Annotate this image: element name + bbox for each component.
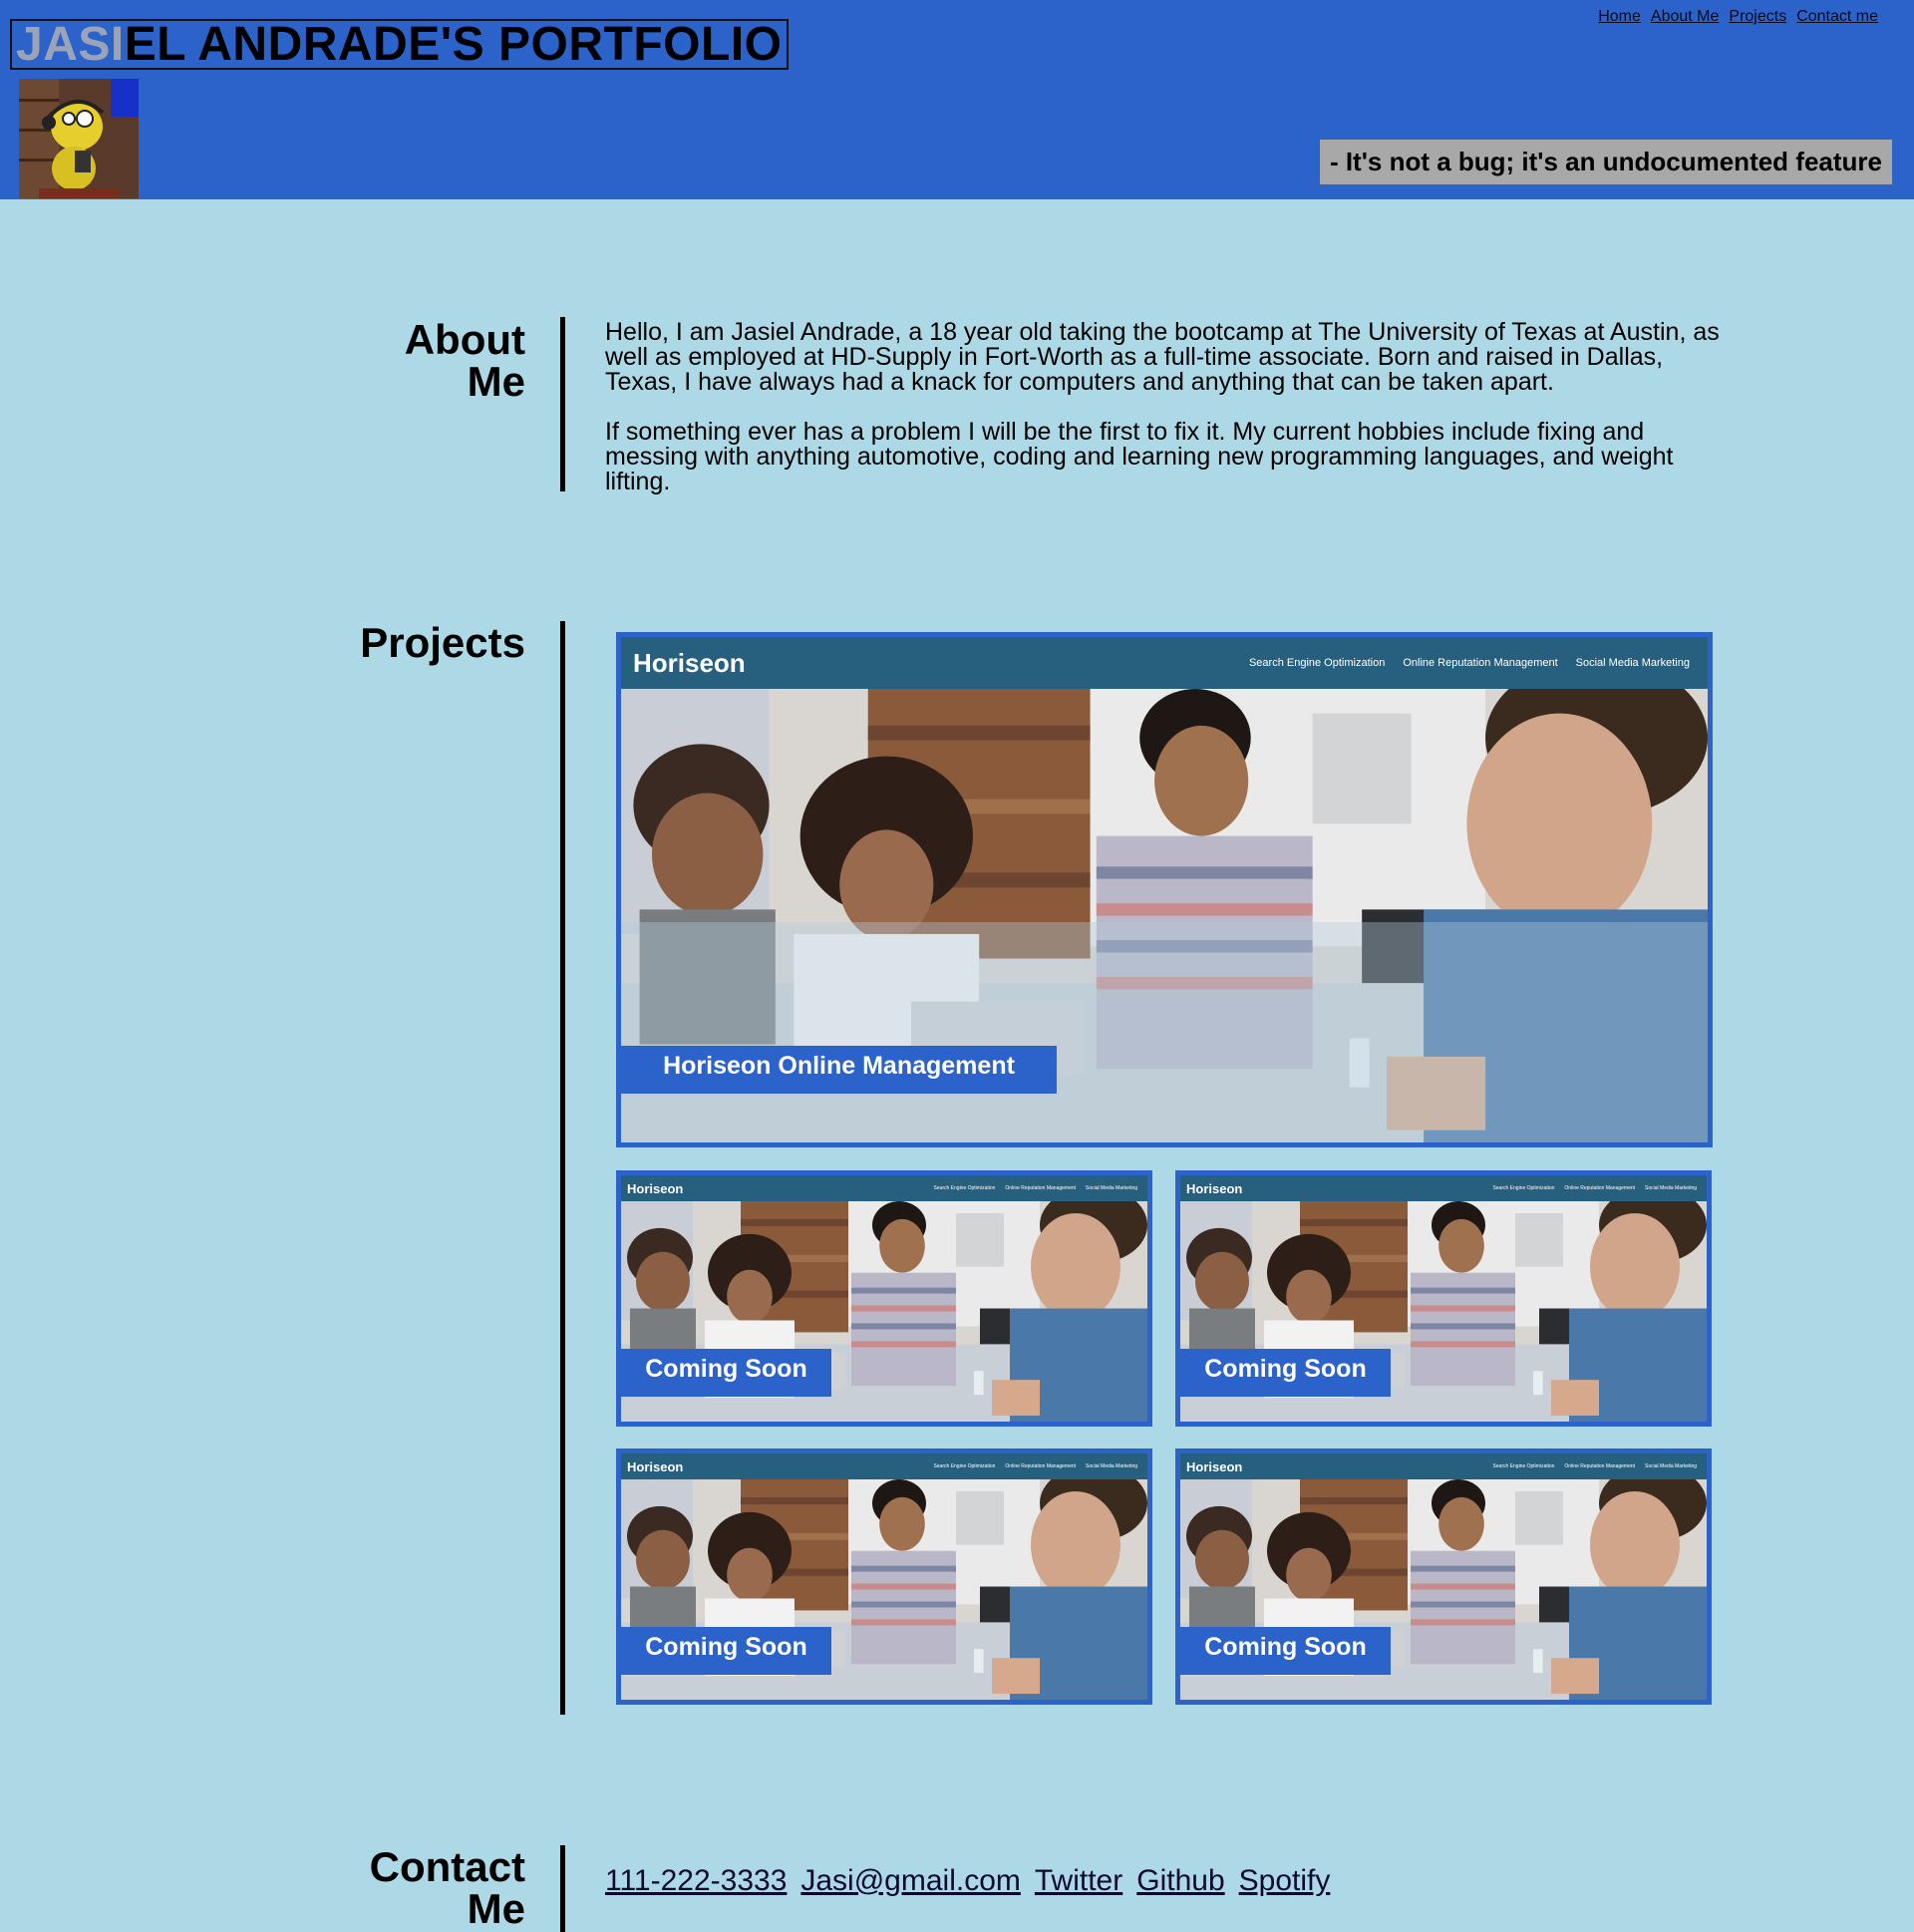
preview-brand: Horiseon (627, 1458, 684, 1474)
contact-heading: Contact Me (326, 1846, 525, 1930)
projects-divider (560, 621, 565, 1715)
project-label: Coming Soon (621, 1349, 831, 1397)
twitter-link[interactable]: Twitter (1035, 1864, 1122, 1898)
about-divider (560, 317, 565, 491)
preview-brand: Horiseon (627, 1180, 684, 1196)
preview-link: Online Reputation Management (1564, 1463, 1636, 1469)
preview-brand: Horiseon (1186, 1180, 1243, 1196)
preview-link: Online Reputation Management (1564, 1185, 1636, 1191)
about-heading-line2: Me (467, 358, 525, 405)
nav-contact-link[interactable]: Contact me (1796, 8, 1878, 26)
about-text: Hello, I am Jasiel Andrade, a 18 year ol… (605, 320, 1722, 519)
site-header: JASIEL ANDRADE'S PORTFOLIO Home About Me… (0, 0, 1914, 199)
project-label: Coming Soon (1180, 1349, 1391, 1397)
spotify-link[interactable]: Spotify (1239, 1864, 1331, 1898)
preview-link: Search Engine Optimization (933, 1185, 996, 1191)
project-card-horiseon[interactable]: Horiseon Search Engine Optimization Onli… (616, 632, 1713, 1147)
project-label: Horiseon Online Management (621, 1046, 1057, 1094)
projects-heading: Projects (360, 619, 525, 666)
title-highlight: JASI (16, 18, 125, 71)
preview-link: Search Engine Optimization (1492, 1185, 1555, 1191)
preview-navbar: Horiseon Search Engine Optimization Onli… (621, 1453, 1147, 1479)
preview-link: Search Engine Optimization (1248, 657, 1386, 669)
preview-link: Social Media Marketing (1086, 1185, 1137, 1191)
contact-heading-line1: Contact (369, 1843, 525, 1890)
about-heading: About Me (326, 319, 525, 403)
about-paragraph-1: Hello, I am Jasiel Andrade, a 18 year ol… (605, 318, 1720, 396)
preview-navbar: Horiseon Search Engine Optimization Onli… (621, 1175, 1147, 1201)
project-card-coming-soon[interactable]: Horiseon Search Engine Optimization Onli… (616, 1170, 1152, 1427)
preview-links: Search Engine Optimization Online Reputa… (1249, 657, 1690, 669)
preview-navbar: Horiseon Search Engine Optimization Onli… (1180, 1453, 1707, 1479)
jake-avatar-image (19, 79, 139, 198)
preview-link: Social Media Marketing (1575, 657, 1690, 669)
github-link[interactable]: Github (1136, 1864, 1224, 1898)
about-paragraph-2: If something ever has a problem I will b… (605, 418, 1674, 495)
project-label: Coming Soon (1180, 1627, 1391, 1675)
contact-heading-line2: Me (467, 1885, 525, 1932)
preview-links: Search Engine Optimization Online Reputa… (933, 1463, 1137, 1469)
phone-link[interactable]: 111-222-3333 (605, 1864, 787, 1898)
preview-link: Online Reputation Management (1005, 1463, 1077, 1469)
preview-link: Search Engine Optimization (933, 1463, 996, 1469)
contact-divider (560, 1845, 565, 1932)
nav-about-link[interactable]: About Me (1651, 8, 1719, 26)
title-rest: EL ANDRADE'S PORTFOLIO (124, 18, 783, 71)
top-nav: Home About Me Projects Contact me (1598, 8, 1878, 26)
preview-navbar: Horiseon Search Engine Optimization Onli… (621, 637, 1708, 689)
project-card-coming-soon[interactable]: Horiseon Search Engine Optimization Onli… (616, 1449, 1152, 1705)
project-card-coming-soon[interactable]: Horiseon Search Engine Optimization Onli… (1175, 1449, 1712, 1705)
preview-links: Search Engine Optimization Online Reputa… (1492, 1185, 1697, 1191)
avatar (19, 79, 139, 198)
nav-projects-link[interactable]: Projects (1729, 8, 1786, 26)
nav-home-link[interactable]: Home (1598, 8, 1641, 26)
project-card-coming-soon[interactable]: Horiseon Search Engine Optimization Onli… (1175, 1170, 1712, 1427)
preview-link: Search Engine Optimization (1492, 1463, 1555, 1469)
site-title: JASIEL ANDRADE'S PORTFOLIO (10, 19, 789, 70)
project-label: Coming Soon (621, 1627, 831, 1675)
preview-links: Search Engine Optimization Online Reputa… (1492, 1463, 1697, 1469)
preview-navbar: Horiseon Search Engine Optimization Onli… (1180, 1175, 1707, 1201)
preview-brand: Horiseon (1186, 1458, 1243, 1474)
email-link[interactable]: Jasi@gmail.com (800, 1864, 1021, 1898)
preview-link: Online Reputation Management (1005, 1185, 1077, 1191)
preview-brand: Horiseon (633, 647, 746, 678)
preview-link: Online Reputation Management (1403, 657, 1558, 669)
header-quote: - It's not a bug; it's an undocumented f… (1319, 140, 1892, 184)
preview-link: Social Media Marketing (1645, 1463, 1697, 1469)
about-heading-line1: About (404, 316, 525, 363)
preview-links: Search Engine Optimization Online Reputa… (933, 1185, 1137, 1191)
preview-link: Social Media Marketing (1086, 1463, 1137, 1469)
preview-link: Social Media Marketing (1645, 1185, 1697, 1191)
contact-links: 111-222-3333 Jasi@gmail.com Twitter Gith… (605, 1864, 1330, 1898)
photo-overlay (621, 922, 1708, 1142)
